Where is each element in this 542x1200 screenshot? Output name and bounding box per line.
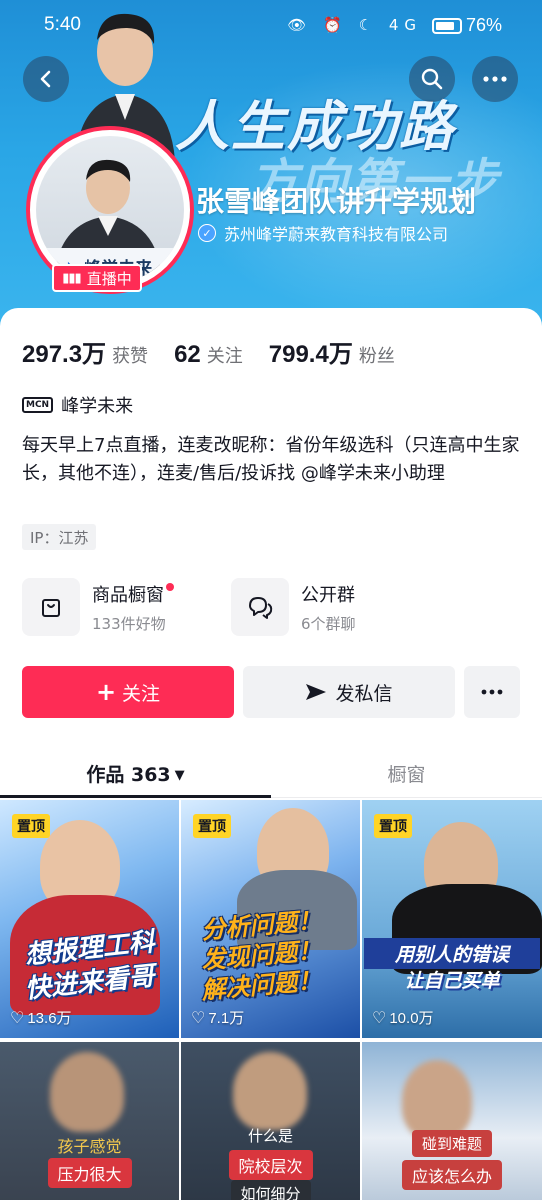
more-dots-icon	[483, 76, 507, 82]
thumbnail-caption: 孩子感觉	[57, 1137, 122, 1156]
public-group-entry[interactable]: 公开群 6个群聊	[231, 578, 356, 636]
shop-window-entry[interactable]: 商品橱窗 133件好物	[22, 578, 174, 636]
heart-icon: ♡	[191, 1009, 206, 1027]
stat-value: 297.3万	[22, 341, 107, 368]
active-tab-indicator	[0, 795, 271, 798]
live-badge[interactable]: ▮▮▮ 直播中	[52, 264, 142, 292]
stats-row: 297.3万 获赞 62 关注 799.4万 粉丝	[22, 334, 421, 369]
stat-label: 关注	[206, 346, 243, 367]
chat-bubbles-icon	[231, 578, 289, 636]
mcn-agency[interactable]: MCN 峰学未来	[22, 392, 133, 418]
tab-works-label: 作品 363	[86, 764, 171, 786]
battery-percent: 76%	[465, 15, 502, 35]
more-options-button[interactable]	[472, 56, 518, 102]
thumbnail-person	[233, 1052, 307, 1130]
action-buttons: + 关注 发私信	[22, 666, 520, 720]
shopping-bag-icon	[22, 578, 80, 636]
status-time: 5:40	[44, 14, 81, 35]
video-grid: 置顶 想报理工科 快进来看哥 ♡ 13.6万 置顶 分析问题！ 发现问题！ 解决问…	[0, 800, 542, 1200]
shop-window-text: 商品橱窗 133件好物	[92, 581, 174, 634]
org-name: 苏州峰学蔚来教育科技有限公司	[224, 225, 449, 244]
ip-location-tag: IP：江苏	[22, 524, 97, 550]
shop-window-title: 商品橱窗	[92, 581, 174, 607]
thumbnail-person	[402, 1060, 472, 1140]
pinned-badge: 置顶	[374, 814, 412, 838]
live-label: 直播中	[86, 269, 132, 288]
pinned-badge: 置顶	[193, 814, 231, 838]
thumbnail-caption: 让自己买单	[404, 970, 500, 992]
message-label: 发私信	[335, 682, 393, 705]
video-thumbnail[interactable]: 置顶 用别人的错误 让自己买单 ♡ 10.0万	[362, 800, 542, 1038]
video-thumbnail[interactable]: 什么是 院校层次 如何细分	[181, 1042, 360, 1200]
shop-window-subtitle: 133件好物	[92, 614, 166, 633]
send-icon	[306, 684, 327, 700]
profile-banner: 人生成功路 方向第一步 5:40 👁 ⏰ ☾ 4G 76% ▮▮▮ 直播中 张雪…	[0, 0, 542, 335]
video-thumbnail[interactable]: 孩子感觉 压力很大	[0, 1042, 179, 1200]
profile-name: 张雪峰团队讲升学规划	[196, 185, 477, 218]
like-count: ♡ 10.0万	[372, 1007, 434, 1028]
shop-window-title-text: 商品橱窗	[92, 584, 164, 606]
stat-value: 62	[174, 341, 201, 368]
thumbnail-caption: 应该怎么办	[401, 1160, 503, 1190]
live-bars-icon: ▮▮▮	[62, 270, 81, 286]
stat-label: 获赞	[112, 346, 149, 367]
like-count-value: 7.1万	[208, 1010, 245, 1027]
search-icon	[421, 68, 443, 90]
stat-followers[interactable]: 799.4万 粉丝	[269, 334, 395, 369]
back-button[interactable]	[23, 56, 69, 102]
avatar-image: ◣ 峰学未来	[36, 136, 184, 284]
mcn-name: 峰学未来	[61, 396, 134, 417]
thumbnail-caption: 压力很大	[47, 1158, 132, 1188]
more-dots-icon	[481, 689, 503, 695]
message-button[interactable]: 发私信	[243, 666, 455, 718]
stat-likes: 297.3万 获赞	[22, 334, 148, 369]
profile-bio: 每天早上7点直播，连麦改昵称：省份年级选科（只连高中生家长，其他不连），连麦/售…	[22, 435, 520, 484]
status-icons: 👁 ⏰ ☾ 4G	[287, 16, 422, 34]
stat-label: 粉丝	[358, 346, 395, 367]
notification-dot	[166, 582, 174, 591]
video-thumbnail[interactable]: 置顶 分析问题！ 发现问题！ 解决问题！ ♡ 7.1万	[181, 800, 360, 1038]
chevron-left-icon	[40, 70, 51, 88]
heart-icon: ♡	[372, 1009, 387, 1027]
public-group-subtitle: 6个群聊	[301, 614, 356, 633]
caret-down-icon: ▼	[174, 768, 185, 783]
stat-value: 799.4万	[268, 341, 353, 368]
search-button[interactable]	[409, 56, 455, 102]
public-group-text: 公开群 6个群聊	[301, 581, 356, 634]
battery-icon	[432, 18, 462, 34]
stat-following[interactable]: 62 关注	[174, 341, 243, 369]
like-count: ♡ 13.6万	[10, 1007, 72, 1028]
verified-org: ✓ 苏州峰学蔚来教育科技有限公司	[198, 221, 448, 245]
profile-screen: 人生成功路 方向第一步 5:40 👁 ⏰ ☾ 4G 76% ▮▮▮ 直播中 张雪…	[0, 0, 542, 1200]
verified-icon: ✓	[198, 224, 216, 242]
video-thumbnail[interactable]: 碰到难题 应该怎么办	[362, 1042, 542, 1200]
public-group-title: 公开群	[301, 584, 355, 606]
pinned-badge: 置顶	[12, 814, 50, 838]
thumbnail-caption: 如何细分	[230, 1180, 311, 1200]
like-count-value: 10.0万	[389, 1010, 434, 1027]
mcn-icon: MCN	[22, 397, 54, 413]
status-bar: 5:40 👁 ⏰ ☾ 4G 76%	[0, 0, 542, 52]
follow-button[interactable]: + 关注	[22, 666, 234, 718]
video-thumbnail[interactable]: 置顶 想报理工科 快进来看哥 ♡ 13.6万	[0, 800, 179, 1038]
more-actions-button[interactable]	[464, 666, 520, 718]
thumbnail-caption: 用别人的错误	[364, 938, 540, 969]
thumbnail-person	[50, 1052, 124, 1132]
thumbnail-caption: 院校层次	[228, 1150, 313, 1180]
like-count-value: 13.6万	[27, 1010, 72, 1027]
thumbnail-caption: 什么是	[247, 1127, 294, 1145]
thumbnail-caption: 碰到难题	[411, 1130, 493, 1157]
tab-shop-window[interactable]: 橱窗	[271, 760, 542, 787]
heart-icon: ♡	[10, 1009, 25, 1027]
content-tabs: 作品 363 ▼ 橱窗	[0, 748, 542, 798]
like-count: ♡ 7.1万	[191, 1007, 244, 1028]
tab-works[interactable]: 作品 363 ▼	[0, 760, 271, 787]
plus-icon: +	[95, 678, 117, 706]
follow-label: 关注	[122, 682, 161, 705]
